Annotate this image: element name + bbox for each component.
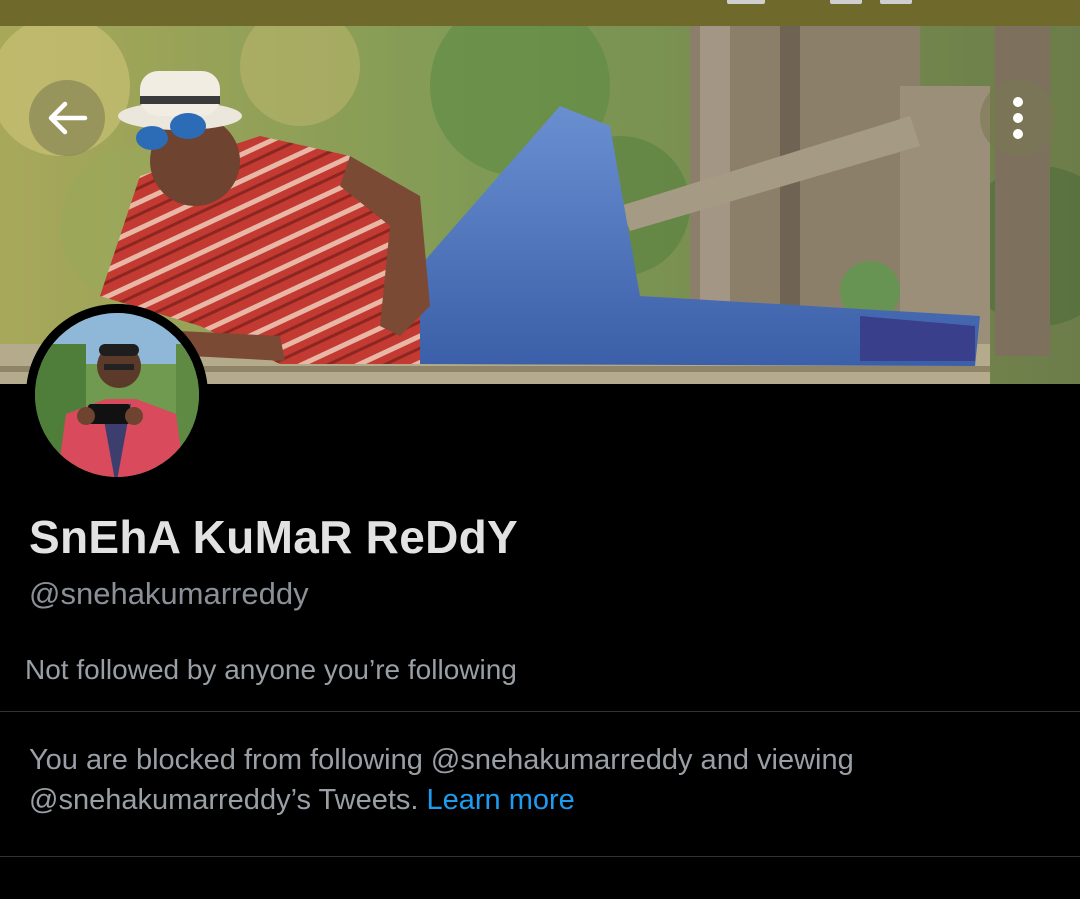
avatar-photo xyxy=(26,304,208,486)
back-button[interactable] xyxy=(29,80,105,156)
followers-you-know[interactable]: Not followed by anyone you’re following xyxy=(25,654,517,686)
arrow-left-icon xyxy=(48,101,88,135)
avatar[interactable] xyxy=(26,304,208,486)
status-indicator-icon xyxy=(880,0,912,4)
status-indicator-icon xyxy=(727,0,765,4)
status-indicator-icon xyxy=(830,0,862,4)
display-name: SnEhA KuMaR ReDdY xyxy=(29,511,518,563)
divider xyxy=(0,711,1080,712)
more-options-button[interactable] xyxy=(980,80,1056,156)
block-notice: You are blocked from following @snehakum… xyxy=(29,740,1029,820)
learn-more-link[interactable]: Learn more xyxy=(427,784,575,816)
vertical-ellipsis-icon xyxy=(1013,97,1023,139)
profile-handle: @snehakumarreddy xyxy=(29,576,309,611)
divider xyxy=(0,856,1080,857)
status-bar xyxy=(0,0,1080,26)
